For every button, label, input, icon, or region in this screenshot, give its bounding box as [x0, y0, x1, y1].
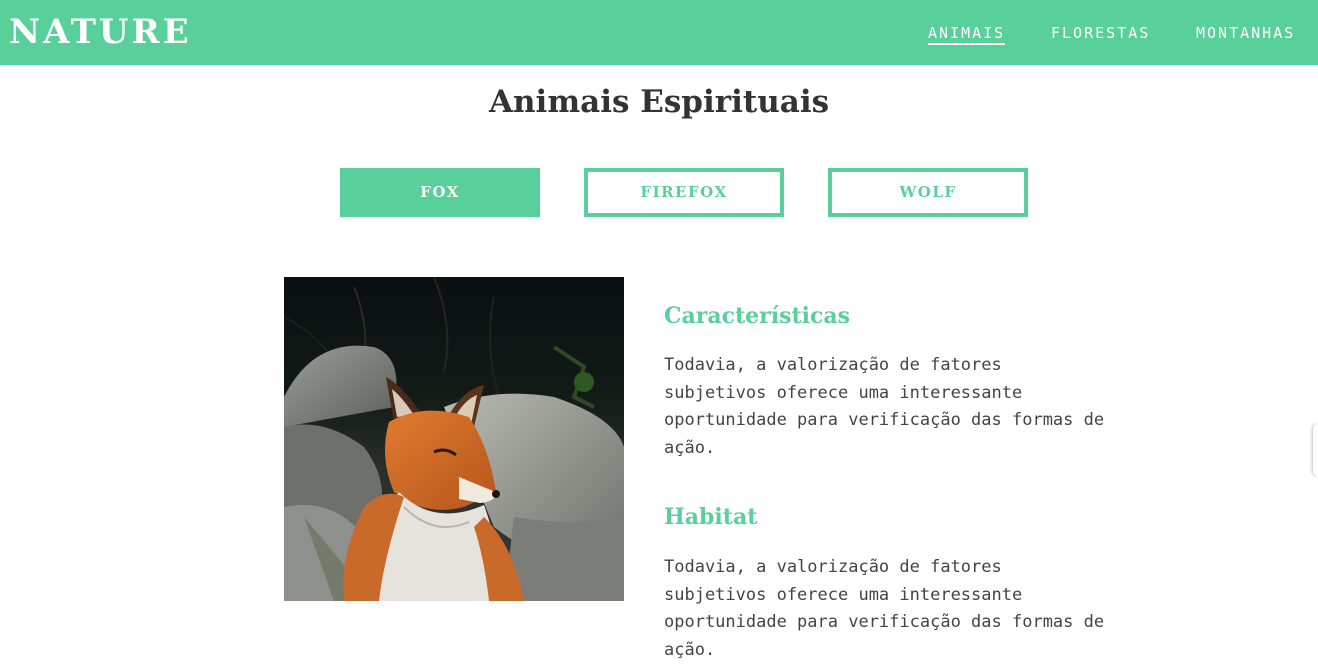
nav-link-animais[interactable]: ANIMAIS — [928, 23, 1006, 45]
fox-illustration — [284, 277, 624, 601]
top-navbar: NATURE ANIMAIS FLORESTAS MONTANHAS — [0, 0, 1318, 65]
tab-fox[interactable]: FOX — [340, 168, 540, 217]
tab-wolf[interactable]: WOLF — [828, 168, 1028, 217]
page-title: Animais Espirituais — [488, 84, 830, 120]
nav-link-montanhas[interactable]: MONTANHAS — [1196, 23, 1295, 43]
site-logo[interactable]: NATURE — [9, 10, 192, 54]
fox-photo — [284, 277, 624, 601]
side-panel-handle[interactable] — [1313, 424, 1318, 476]
section-text-caracteristicas: Todavia, a valorização de fatores subjet… — [664, 355, 1105, 458]
nav-link-florestas[interactable]: FLORESTAS — [1051, 23, 1150, 43]
tab-firefox[interactable]: FIREFOX — [584, 168, 784, 217]
section-heading-habitat: Habitat — [664, 504, 758, 530]
section-heading-caracteristicas: Características — [664, 303, 851, 329]
section-text-habitat: Todavia, a valorização de fatores subjet… — [664, 557, 1105, 660]
